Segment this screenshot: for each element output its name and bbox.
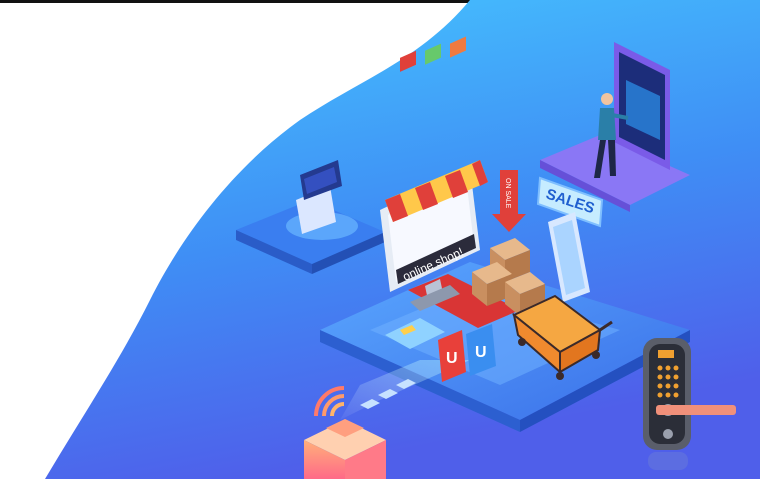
bag-letter: U — [446, 350, 458, 367]
arrow-text: ON SALE — [504, 178, 511, 209]
illustration-scene: online shop! ON SALE SALES U U — [0, 0, 760, 479]
isometric-ecommerce-illustration: online shop! ON SALE SALES U U — [45, 0, 760, 479]
bag-letter-blue: U — [475, 344, 487, 361]
